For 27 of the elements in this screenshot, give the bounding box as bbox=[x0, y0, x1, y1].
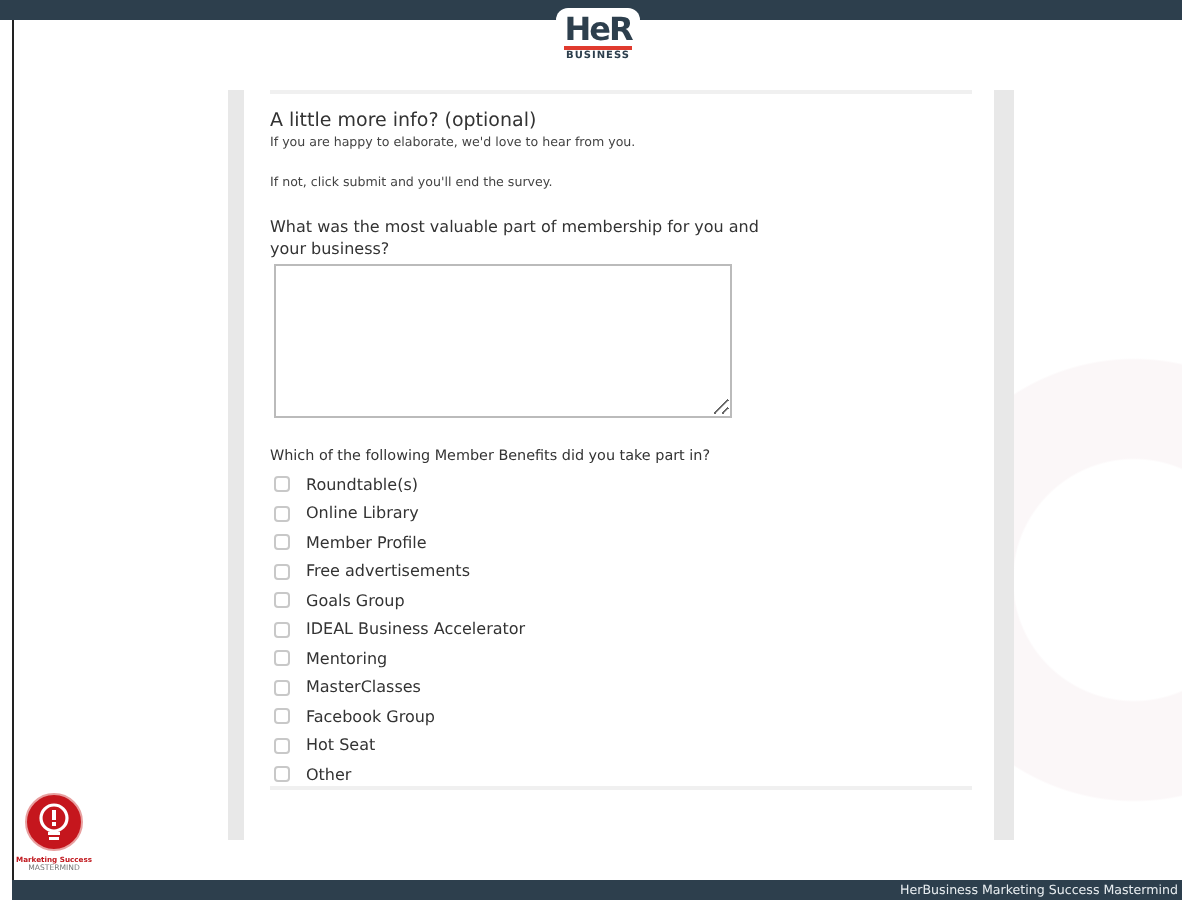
option-label[interactable]: Facebook Group bbox=[306, 707, 435, 726]
checkbox[interactable] bbox=[274, 708, 290, 725]
checkbox[interactable] bbox=[274, 621, 290, 638]
option-label[interactable]: Online Library bbox=[306, 504, 419, 523]
checkbox[interactable] bbox=[274, 650, 290, 667]
checkbox[interactable] bbox=[274, 505, 290, 522]
option-label[interactable]: Roundtable(s) bbox=[306, 475, 418, 494]
answer-box[interactable] bbox=[274, 264, 732, 418]
option-label[interactable]: IDEAL Business Accelerator bbox=[306, 620, 526, 639]
question-label: What was the most valuable part of membership for you and your business? bbox=[270, 216, 761, 260]
option-label[interactable]: Free advertisements bbox=[306, 562, 470, 581]
option-label[interactable]: Hot Seat bbox=[306, 736, 376, 755]
logo-mark: HeR bbox=[564, 14, 632, 50]
option-label[interactable]: Mentoring bbox=[306, 649, 388, 668]
checkbox[interactable] bbox=[274, 679, 290, 696]
checkbox[interactable] bbox=[274, 534, 290, 551]
option-label[interactable]: Goals Group bbox=[306, 591, 405, 610]
checkbox[interactable] bbox=[274, 476, 290, 493]
option-label[interactable]: Member Profile bbox=[306, 533, 427, 552]
section-title: A little more info? (optional) bbox=[270, 110, 539, 132]
checkbox[interactable] bbox=[274, 592, 290, 609]
option-label[interactable]: MasterClasses bbox=[306, 678, 421, 697]
checkbox[interactable] bbox=[274, 563, 290, 580]
option-label[interactable]: Other bbox=[306, 765, 352, 784]
lightbulb-icon bbox=[24, 792, 84, 852]
checkbox[interactable] bbox=[274, 766, 290, 783]
checkbox[interactable] bbox=[274, 737, 290, 754]
